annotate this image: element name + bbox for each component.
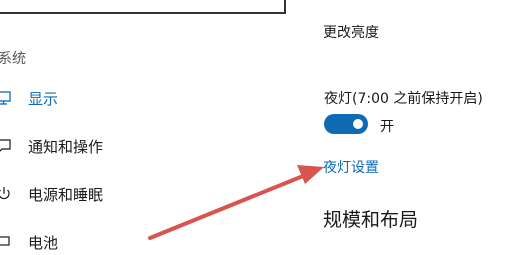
annotation-arrow-icon — [148, 165, 324, 240]
